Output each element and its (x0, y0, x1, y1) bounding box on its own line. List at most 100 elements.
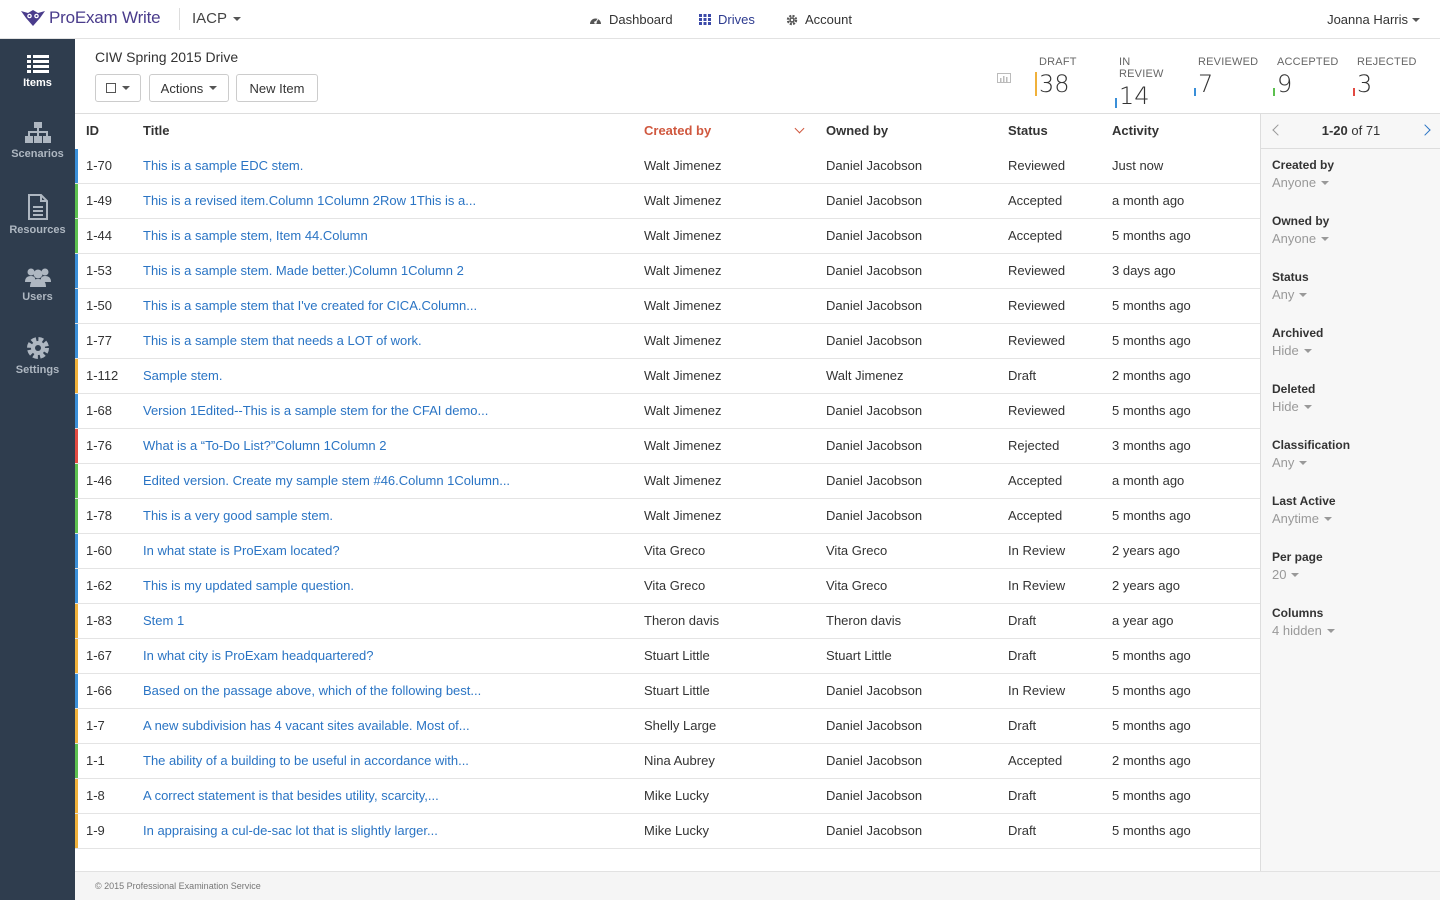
table-row[interactable]: 1-78 This is a very good sample stem. Walt… (75, 499, 1260, 534)
cell-status: Accepted (1008, 473, 1063, 488)
table-row[interactable]: 1-50 This is a sample stem that I've crea… (75, 289, 1260, 324)
table-row[interactable]: 1-8 A correct statement is that besides u… (75, 779, 1260, 814)
app-name: ProExam Write (49, 8, 161, 27)
cell-activity: 2 years ago (1112, 578, 1180, 593)
col-header-owned-by[interactable]: Owned by (826, 123, 888, 138)
sidebar-item-items[interactable]: Items (0, 55, 75, 89)
nav-drives[interactable]: Drives (699, 12, 755, 27)
table-row[interactable]: 1-77 This is a sample stem that needs a L… (75, 324, 1260, 359)
page-title: CIW Spring 2015 Drive (95, 49, 239, 65)
caret-down-icon (209, 86, 218, 90)
stat-reviewed[interactable]: REVIEWED 7 (1194, 56, 1258, 98)
col-header-activity[interactable]: Activity (1112, 123, 1159, 138)
cell-title-link[interactable]: A new subdivision has 4 vacant sites ava… (143, 718, 470, 733)
cell-title-link[interactable]: This is a sample stem that needs a LOT o… (143, 333, 422, 348)
cell-title-link[interactable]: The ability of a building to be useful i… (143, 753, 469, 768)
table-row[interactable]: 1-67 In what city is ProExam headquartere… (75, 639, 1260, 674)
app-logo[interactable]: ProExam Write (20, 8, 161, 28)
cell-title-link[interactable]: In what state is ProExam located? (143, 543, 340, 558)
table-row[interactable]: 1-46 Edited version. Create my sample ste… (75, 464, 1260, 499)
table-row[interactable]: 1-44 This is a sample stem, Item 44.Colum… (75, 219, 1260, 254)
cell-title-link[interactable]: This is my updated sample question. (143, 578, 354, 593)
cell-title-link[interactable]: This is a sample stem, Item 44.Column (143, 228, 368, 243)
new-item-button[interactable]: New Item (236, 74, 318, 102)
document-icon (27, 194, 48, 220)
status-stripe (75, 709, 78, 743)
table-row[interactable]: 1-83 Stem 1 Theron davis Theron davis Draft a… (75, 604, 1260, 639)
filter-dropdown[interactable]: Any (1272, 455, 1350, 470)
col-header-status[interactable]: Status (1008, 123, 1048, 138)
cell-title-link[interactable]: Stem 1 (143, 613, 184, 628)
filter-created-by: Created by Anyone (1272, 158, 1334, 190)
table-row[interactable]: 1-49 This is a revised item.Column 1Colum… (75, 184, 1260, 219)
cell-title-link[interactable]: Based on the passage above, which of the… (143, 683, 481, 698)
col-header-title[interactable]: Title (143, 123, 170, 138)
cell-status: In Review (1008, 683, 1066, 698)
caret-down-icon (233, 16, 242, 21)
cell-owned-by: Daniel Jacobson (826, 683, 923, 698)
cell-title-link[interactable]: A correct statement is that besides util… (143, 788, 439, 803)
cell-title-link[interactable]: This is a sample stem that I've created … (143, 298, 477, 313)
cell-title-link[interactable]: Sample stem. (143, 368, 222, 383)
table-row[interactable]: 1-1 The ability of a building to be usefu… (75, 744, 1260, 779)
cell-id: 1-49 (86, 193, 113, 208)
sidebar-item-scenarios[interactable]: Scenarios (0, 122, 75, 160)
org-selector[interactable]: IACP (192, 10, 242, 27)
cell-title-link[interactable]: In appraising a cul-de-sac lot that is s… (143, 823, 438, 838)
stat-draft[interactable]: DRAFT 38 (1035, 56, 1077, 98)
cell-title-link[interactable]: This is a very good sample stem. (143, 508, 333, 523)
cell-id: 1-112 (86, 368, 119, 383)
filter-dropdown[interactable]: Anyone (1272, 175, 1334, 190)
col-header-id[interactable]: ID (86, 123, 99, 138)
stat-rejected[interactable]: REJECTED 3 (1353, 56, 1417, 98)
sidebar-item-users[interactable]: Users (0, 267, 75, 303)
filter-value: Any (1272, 455, 1295, 470)
filter-dropdown[interactable]: 4 hidden (1272, 623, 1335, 638)
cell-title-link[interactable]: Version 1Edited--This is a sample stem f… (143, 403, 488, 418)
table-row[interactable]: 1-66 Based on the passage above, which of… (75, 674, 1260, 709)
cell-owned-by: Daniel Jacobson (826, 823, 923, 838)
table-row[interactable]: 1-53 This is a sample stem. Made better.)… (75, 254, 1260, 289)
sort-chevron-down-icon[interactable] (794, 123, 805, 134)
cell-activity: 2 years ago (1112, 543, 1180, 558)
table-row[interactable]: 1-112 Sample stem. Walt Jimenez Walt Jimene… (75, 359, 1260, 394)
filter-dropdown[interactable]: Any (1272, 287, 1309, 302)
cell-title-link[interactable]: What is a “To-Do List?”Column 1Column 2 (143, 438, 386, 453)
table-row[interactable]: 1-76 What is a “To-Do List?”Column 1Colum… (75, 429, 1260, 464)
table-row[interactable]: 1-68 Version 1Edited--This is a sample st… (75, 394, 1260, 429)
filter-dropdown[interactable]: Anyone (1272, 231, 1330, 246)
stat-in-review[interactable]: IN REVIEW 14 (1115, 56, 1164, 110)
cell-title-link[interactable]: This is a revised item.Column 1Column 2R… (143, 193, 476, 208)
filter-dropdown[interactable]: Hide (1272, 343, 1323, 358)
caret-down-icon (1299, 460, 1308, 465)
filter-dropdown[interactable]: 20 (1272, 567, 1323, 582)
sidebar-item-resources[interactable]: Resources (0, 194, 75, 236)
cell-title-link[interactable]: This is a sample EDC stem. (143, 158, 303, 173)
select-all-dropdown[interactable] (95, 74, 141, 102)
actions-button[interactable]: Actions (149, 74, 229, 102)
nav-dashboard[interactable]: Dashboard (589, 12, 673, 27)
filter-label: Owned by (1272, 214, 1330, 228)
table-row[interactable]: 1-60 In what state is ProExam located? Vit… (75, 534, 1260, 569)
cell-created-by: Walt Jimenez (644, 403, 722, 418)
status-stripe (75, 289, 78, 323)
table-row[interactable]: 1-7 A new subdivision has 4 vacant sites … (75, 709, 1260, 744)
stat-accepted[interactable]: ACCEPTED 9 (1273, 56, 1339, 98)
bar-chart-icon[interactable] (997, 73, 1011, 83)
cell-title-link[interactable]: This is a sample stem. Made better.)Colu… (143, 263, 464, 278)
filter-dropdown[interactable]: Anytime (1272, 511, 1336, 526)
cell-status: Draft (1008, 613, 1037, 628)
nav-account[interactable]: Account (786, 12, 852, 27)
page-range: 1-20 of 71 (1321, 123, 1381, 138)
table-row[interactable]: 1-70 This is a sample EDC stem. Walt Jimen… (75, 149, 1260, 184)
table-row[interactable]: 1-62 This is my updated sample question. V… (75, 569, 1260, 604)
col-header-created-by[interactable]: Created by (644, 123, 711, 138)
users-icon (24, 268, 51, 287)
cell-created-by: Walt Jimenez (644, 298, 722, 313)
cell-title-link[interactable]: In what city is ProExam headquartered? (143, 648, 374, 663)
table-row[interactable]: 1-9 In appraising a cul-de-sac lot that i… (75, 814, 1260, 849)
cell-title-link[interactable]: Edited version. Create my sample stem #4… (143, 473, 510, 488)
user-menu[interactable]: Joanna Harris (1327, 12, 1420, 27)
sidebar-item-settings[interactable]: Settings (0, 336, 75, 376)
filter-dropdown[interactable]: Hide (1272, 399, 1315, 414)
